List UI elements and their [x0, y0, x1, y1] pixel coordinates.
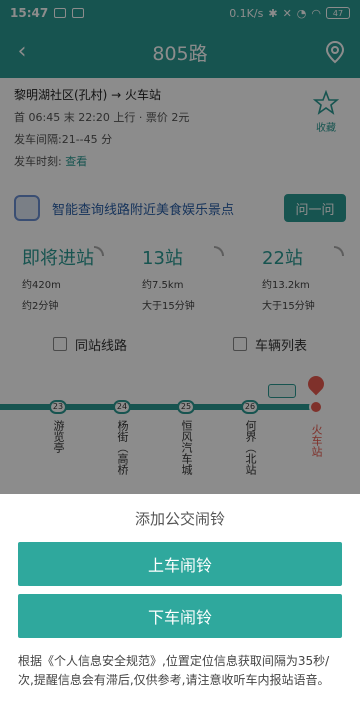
- modal-overlay[interactable]: [0, 0, 360, 494]
- board-alarm-button[interactable]: 上车闹铃: [18, 542, 342, 586]
- alight-alarm-button[interactable]: 下车闹铃: [18, 594, 342, 638]
- privacy-note: 根据《个人信息安全规范》,位置定位信息获取间隔为35秒/次,提醒信息会有滞后,仅…: [18, 654, 330, 687]
- alarm-sheet: 添加公交闹铃 上车闹铃 下车闹铃 根据《个人信息安全规范》,位置定位信息获取间隔…: [0, 494, 360, 720]
- sheet-title: 添加公交闹铃: [134, 510, 225, 528]
